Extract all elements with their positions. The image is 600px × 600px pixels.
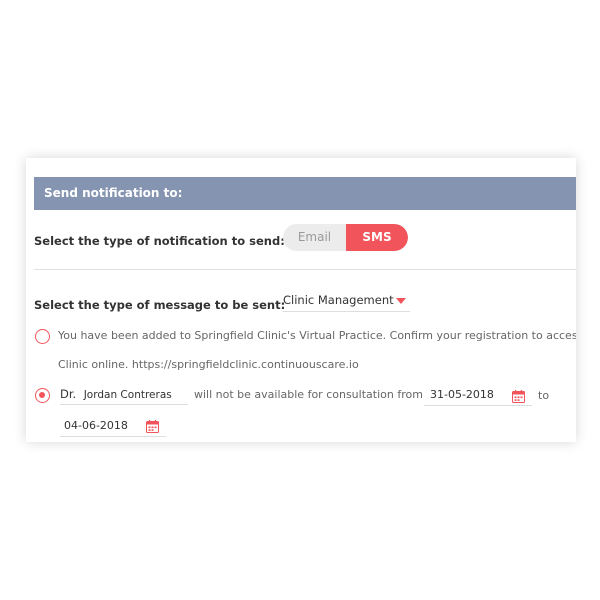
unavailable-text: will not be available for consultation f… xyxy=(194,388,423,401)
calendar-icon[interactable] xyxy=(146,420,159,433)
message-type-label: Select the type of message to be sent: xyxy=(34,298,286,312)
message-type-select[interactable]: Clinic Management xyxy=(283,289,410,312)
notification-card: Send notification to: Select the type of… xyxy=(26,158,576,442)
radio-selected-dot xyxy=(39,392,45,398)
from-date-value: 31-05-2018 xyxy=(430,388,494,401)
doctor-prefix: Dr. xyxy=(60,387,77,401)
doctor-name-value: Jordan Contreras xyxy=(83,389,172,401)
to-date-value: 04-06-2018 xyxy=(64,419,128,432)
notification-type-toggle: Email SMS xyxy=(283,224,408,251)
message-option-1-text-line2: Clinic online. https://springfieldclinic… xyxy=(58,358,359,371)
doctor-name-field[interactable]: Dr. Jordan Contreras xyxy=(60,384,188,405)
section-header: Send notification to: xyxy=(34,177,576,210)
message-option-1-radio[interactable] xyxy=(35,329,50,344)
message-type-selected-value: Clinic Management xyxy=(283,293,394,307)
email-toggle-option[interactable]: Email xyxy=(283,224,346,251)
notification-type-label: Select the type of notification to send: xyxy=(34,234,285,248)
sms-toggle-option[interactable]: SMS xyxy=(346,224,408,251)
message-option-2-radio[interactable] xyxy=(35,388,50,403)
to-text: to xyxy=(538,389,550,402)
caret-down-icon xyxy=(396,298,406,304)
message-option-1-text-line1: You have been added to Springfield Clini… xyxy=(58,329,576,342)
section-divider xyxy=(34,269,576,270)
calendar-icon[interactable] xyxy=(512,390,525,403)
